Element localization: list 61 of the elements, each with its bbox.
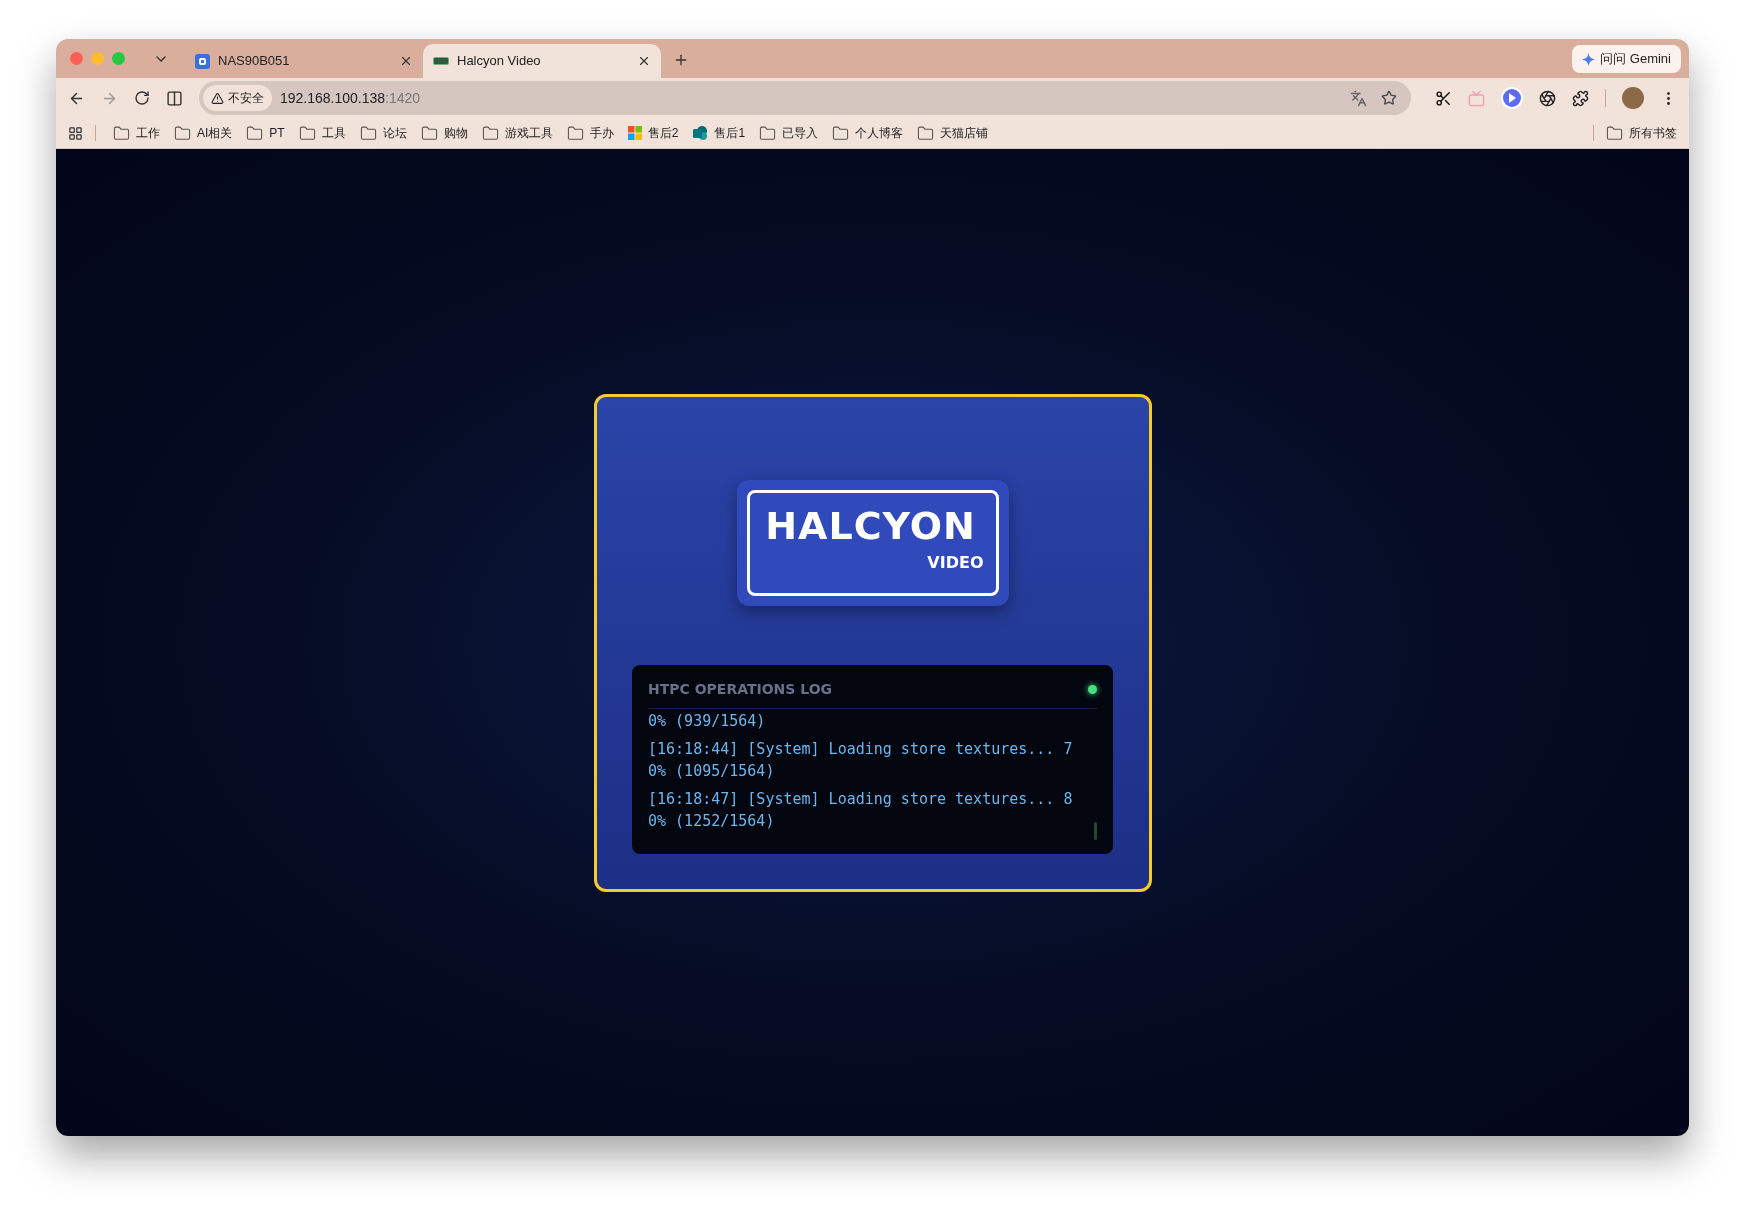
app-icon [195,53,210,69]
bookmark[interactable]: 个人博客 [827,121,909,145]
play-icon[interactable] [1501,87,1523,109]
logo-title: HALCYON [765,506,976,545]
avatar[interactable] [1622,87,1644,109]
bookmark[interactable]: 工作 [108,121,165,145]
folder-icon [174,124,191,142]
browser-tab[interactable]: Halcyon Video [423,44,661,78]
folder-icon [832,124,850,142]
bookmark[interactable]: 售后2 [622,121,684,145]
folder-icon [246,124,264,142]
log-entry: 0% (939/1564) [648,710,767,732]
bookmark[interactable]: 已导入 [754,121,824,145]
security-chip[interactable]: 不安全 [203,85,272,111]
tab-title: NAS90B051 [218,52,291,71]
folder-icon [298,124,316,142]
close-tab-icon[interactable] [637,54,651,68]
reload-icon[interactable] [134,90,150,106]
bookmark[interactable]: 游戏工具 [476,121,558,145]
folder-icon [113,124,130,142]
folder-icon [759,124,777,142]
apps-icon[interactable] [68,125,83,141]
split-view-icon[interactable] [166,89,183,107]
extensions-icon[interactable] [1572,89,1589,107]
folder-icon [359,124,377,142]
tiles-icon [627,126,642,140]
scrollbar-thumb [1094,821,1097,840]
sparkle-icon [1582,52,1596,66]
aperture-icon[interactable] [1539,89,1556,107]
star-icon[interactable] [1381,90,1397,106]
logo-subtitle: VIDEO [927,554,984,571]
url-host: 192.168.100.138 [280,88,386,108]
bookmark[interactable]: 天猫店铺 [912,121,994,145]
log-entry: [16:18:44] [System] Loading store textures... 70% (1095/1564) [648,738,1074,782]
bookmark[interactable]: 工具 [293,121,351,145]
bookmark[interactable]: 论坛 [354,121,412,145]
logo-icon [433,57,449,65]
folder-icon [1606,124,1623,142]
log-title: HTPC OPERATIONS LOG [648,679,833,699]
close-tab-icon[interactable] [399,54,413,68]
folder-icon [481,124,499,142]
translate-icon[interactable] [1350,89,1367,107]
all-bookmarks[interactable]: 所有书签 [1606,124,1677,142]
app-icon [692,125,709,141]
log-entry: [16:18:47] [System] Loading store textures... 80% (1252/1564) [648,788,1074,832]
bookmark[interactable]: 购物 [415,121,473,145]
gemini-button[interactable]: 问问 Gemini [1572,45,1681,73]
browser-tab[interactable]: NAS90B051 [185,44,423,78]
bookmark[interactable]: PT [241,121,290,145]
scissors-icon[interactable] [1435,89,1452,107]
new-tab-icon[interactable] [673,52,689,68]
warning-icon [211,91,224,105]
tab-title: Halcyon Video [457,52,542,71]
folder-icon [420,124,438,142]
address-bar[interactable]: 不安全 192.168.100.138:1420 [199,81,1411,115]
bookmark[interactable]: 售后1 [687,121,751,145]
url-port: :1420 [385,88,421,108]
bookmark[interactable]: AI相关 [169,121,238,145]
folder-icon [566,124,584,142]
bookmark[interactable]: 手办 [561,121,619,145]
folder-icon [917,124,935,142]
